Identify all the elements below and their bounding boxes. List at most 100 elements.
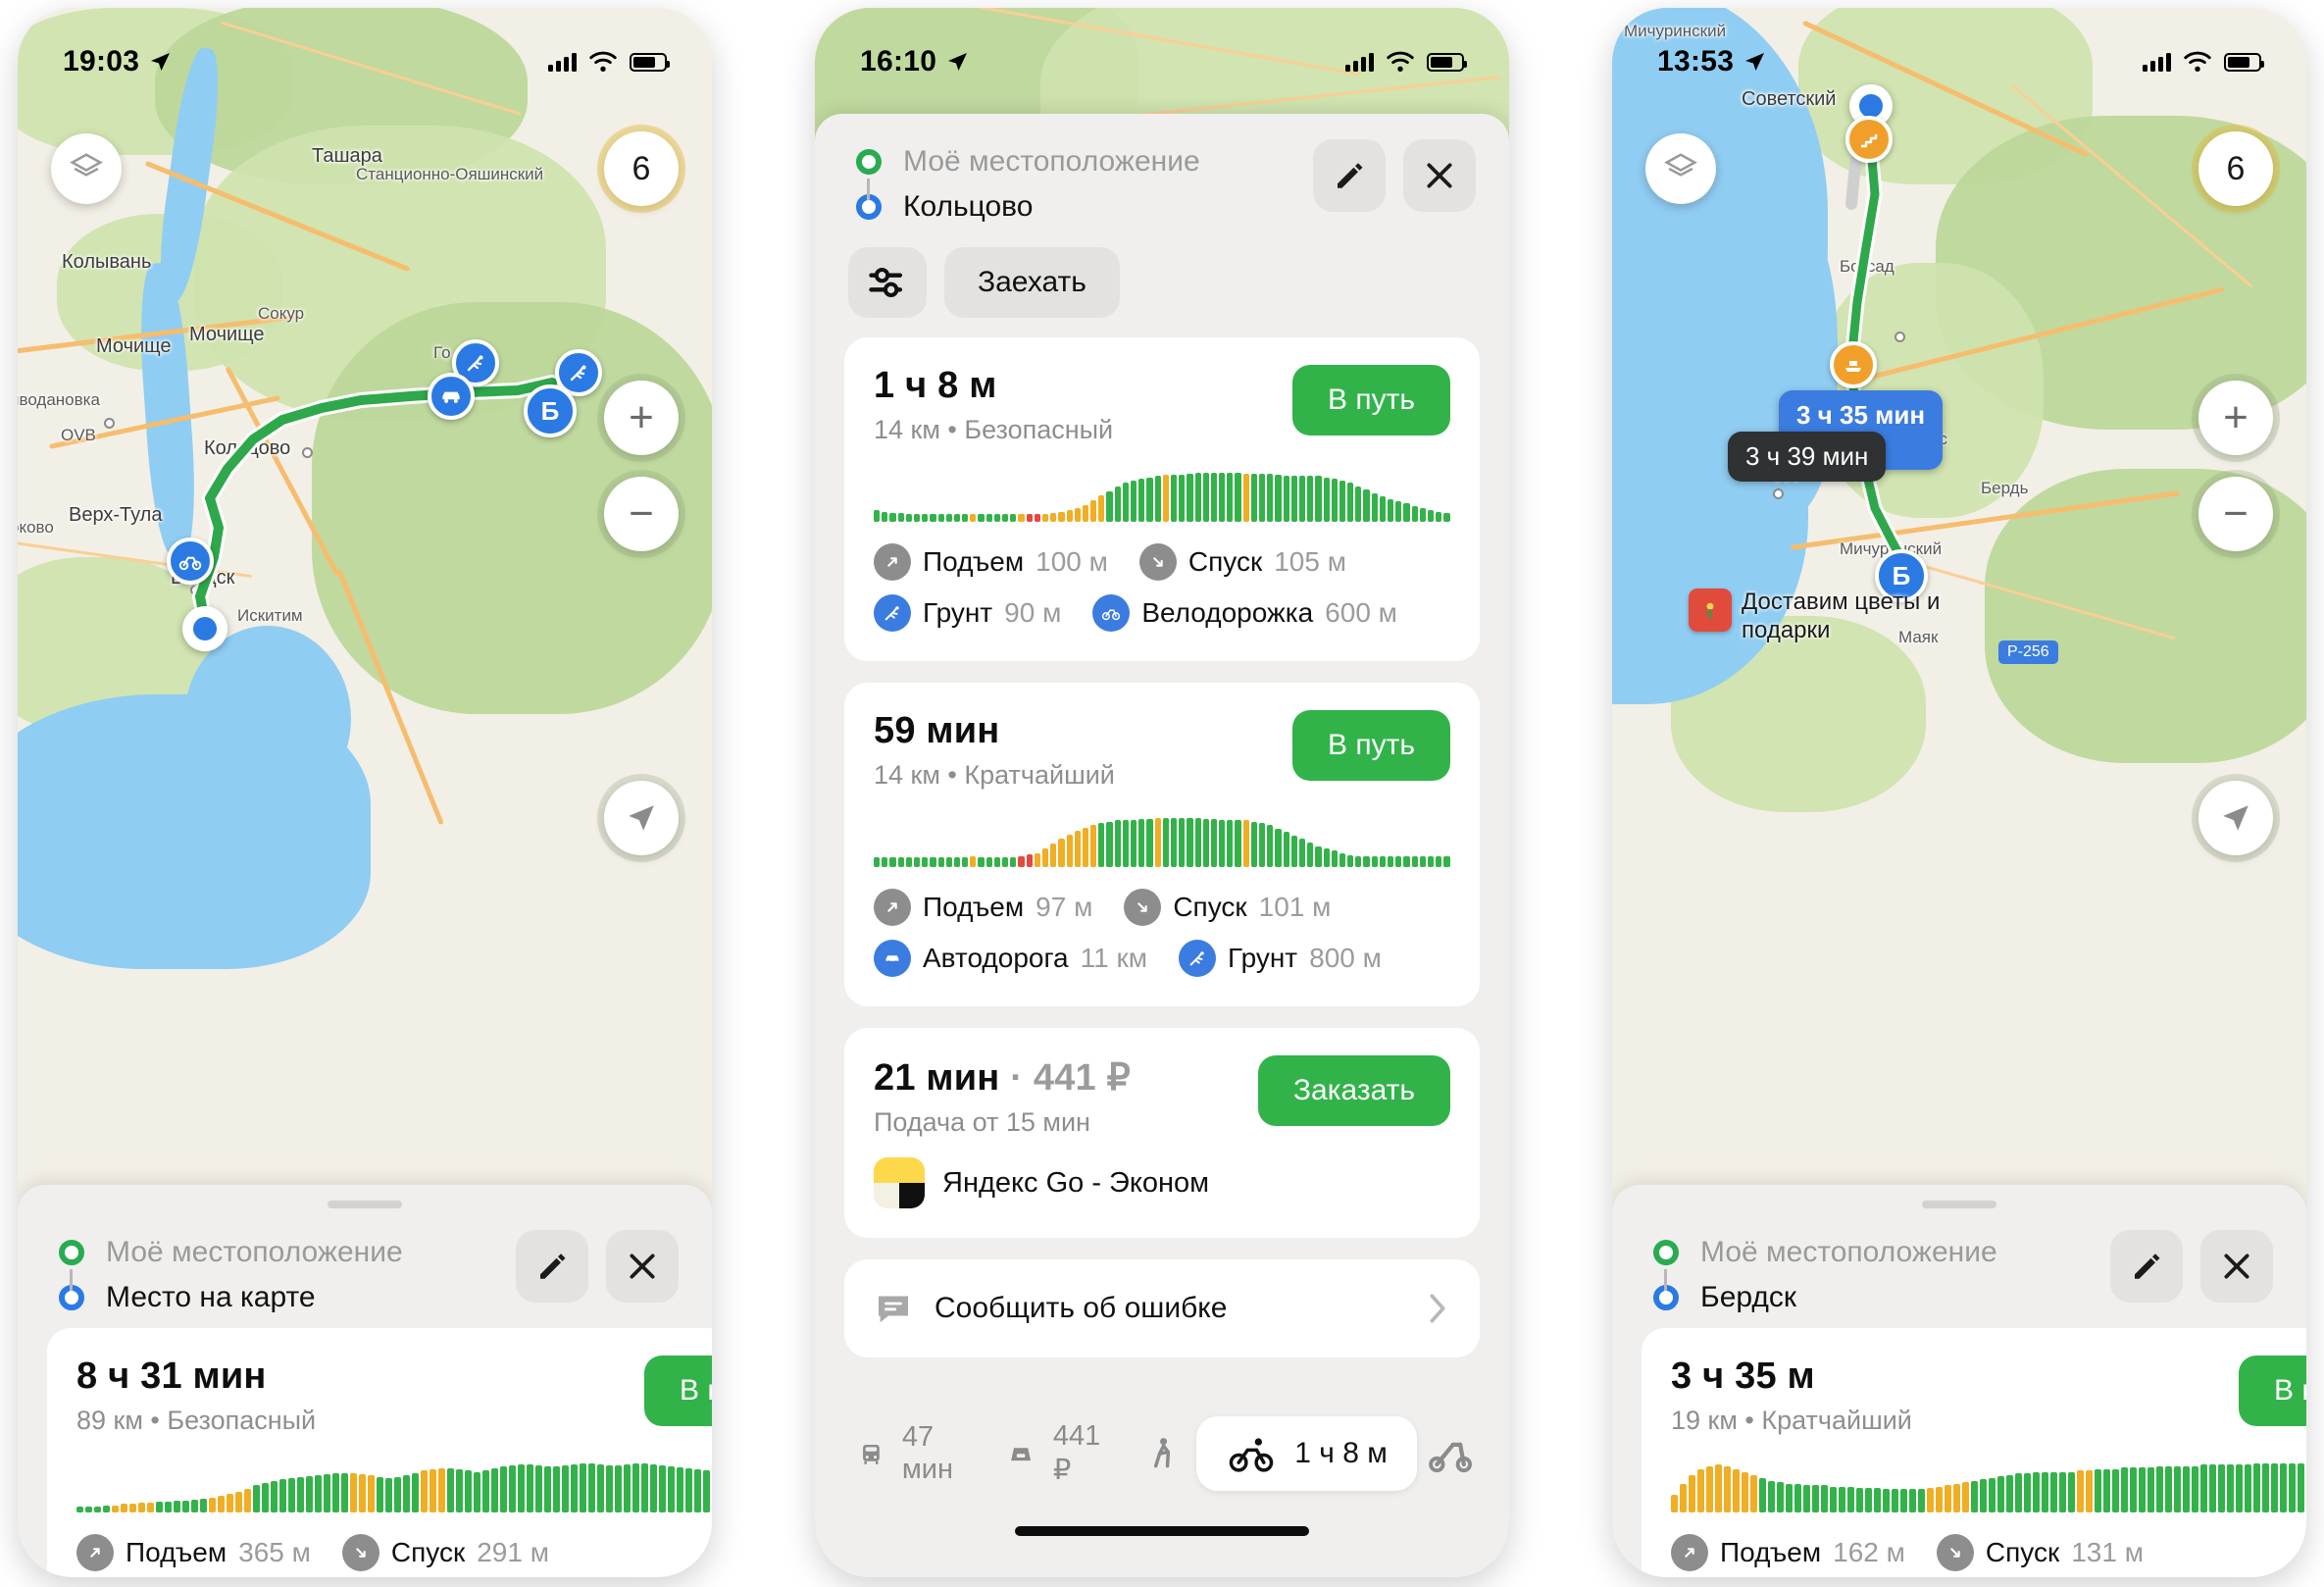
sheet-grabber-3[interactable]	[1922, 1201, 1996, 1208]
highway-icon	[874, 940, 911, 977]
ascent-icon	[874, 543, 911, 581]
phone-screenshot-2: 16:10 Моё местоположение Кольцово Заехат…	[815, 8, 1509, 1577]
mode-bicycle-selected[interactable]: 1 ч 8 м	[1196, 1416, 1417, 1491]
route-origin-3[interactable]: Моё местоположение	[1653, 1230, 1997, 1275]
mode-bus[interactable]: 47 мин	[838, 1416, 986, 1491]
edit-route-button-1[interactable]	[516, 1230, 588, 1303]
route-summary: 89 км • Безопасный	[76, 1406, 317, 1435]
route-card[interactable]: 8 ч 31 мин 89 км • Безопасный В путь Под…	[47, 1328, 712, 1577]
route-destination-1[interactable]: Место на карте	[59, 1275, 403, 1320]
route-origin-2[interactable]: Моё местоположение	[856, 139, 1200, 184]
close-route-button-3[interactable]	[2200, 1230, 2273, 1303]
route-card[interactable]: 1 ч 8 м 14 км • Безопасный В путь Подъем…	[844, 337, 1480, 661]
zoom-out-button-3[interactable]: −	[2198, 477, 2273, 551]
close-route-button-2[interactable]	[1403, 139, 1476, 212]
poi-label-text: Доставим цветы и подарки	[1742, 589, 1941, 643]
route-card[interactable]: 3 ч 35 м 19 км • Кратчайший В путь Подъе…	[1642, 1328, 2306, 1577]
route-summary: 14 км • Безопасный	[874, 415, 1114, 444]
map-pin-ferry[interactable]	[1830, 341, 1877, 388]
phone-screenshot-3: Б 3 ч 35 мин 19 км 3 ч 39 мин Доставим ц…	[1612, 8, 2306, 1577]
bottom-sheet-3[interactable]: Моё местоположение Бердск 3 ч 35 м 19 км…	[1612, 1185, 2306, 1577]
map-pin-destination-b[interactable]: Б	[524, 384, 577, 437]
taxi-eta: Подача от 15 мин	[874, 1107, 1090, 1137]
start-route-button[interactable]: В путь	[1292, 710, 1450, 781]
route-destination-2[interactable]: Кольцово	[856, 184, 1200, 230]
cellular-signal-icon	[2143, 52, 2171, 72]
start-route-button[interactable]: В путь	[644, 1356, 712, 1426]
route-stat: Автодорога 11 км	[874, 940, 1147, 977]
origin-marker-icon	[856, 149, 882, 175]
map-layers-button[interactable]	[51, 133, 122, 204]
zoom-in-button-3[interactable]: +	[2198, 381, 2273, 455]
route-origin-1[interactable]: Моё местоположение	[59, 1230, 403, 1275]
recenter-location-button[interactable]	[604, 781, 679, 855]
recenter-location-button-3[interactable]	[2198, 781, 2273, 855]
zoom-out-button[interactable]: −	[604, 477, 679, 551]
mode-scooter[interactable]	[1417, 1416, 1486, 1491]
mode-bus-label: 47 мин	[901, 1421, 953, 1485]
battery-icon	[1427, 52, 1467, 72]
map-layers-button-3[interactable]	[1645, 133, 1716, 204]
route-stat: Подъем 365 м	[76, 1534, 311, 1571]
route-stat: Подъем 162 м	[1671, 1534, 1905, 1571]
poi-flower-shop[interactable]: Доставим цветы и подарки	[1689, 589, 2026, 645]
start-route-button[interactable]: В путь	[1292, 365, 1450, 435]
close-icon	[2224, 1254, 2249, 1279]
bottom-sheet-1[interactable]: Моё местоположение Место на карте 8 ч 31…	[18, 1185, 712, 1577]
route-stat: Спуск 291 м	[341, 1534, 549, 1571]
pencil-icon	[1338, 163, 1363, 188]
transport-mode-bar-2[interactable]: 47 мин 441 ₽ 1 ч 8 м	[815, 1391, 1509, 1501]
map-pin-car[interactable]	[428, 373, 475, 420]
route-duration: 59 мин	[874, 710, 1000, 751]
descent-icon	[1124, 889, 1162, 926]
close-icon	[1427, 163, 1452, 188]
route-summary: 19 км • Кратчайший	[1671, 1406, 1912, 1435]
elevation-profile-chart	[874, 471, 1450, 522]
route-duration: 8 ч 31 мин	[76, 1356, 267, 1397]
sliders-icon	[869, 267, 903, 298]
wifi-icon	[589, 51, 617, 73]
message-icon	[879, 1296, 908, 1323]
map-zoom-level-badge-3[interactable]: 6	[2198, 131, 2273, 206]
balloon-duration: 3 ч 35 мин	[1796, 400, 1926, 430]
map-zoom-level-badge[interactable]: 6	[604, 131, 679, 206]
route-stat: Спуск 131 м	[1936, 1534, 2144, 1571]
route-stat: Велодорожка 600 м	[1092, 594, 1397, 632]
bottom-sheet-2[interactable]: Моё местоположение Кольцово Заехать 1 ч …	[815, 114, 1509, 1577]
origin-marker-icon	[1653, 1240, 1679, 1265]
status-bar-1: 19:03	[18, 8, 712, 92]
edit-route-button-3[interactable]	[2110, 1230, 2183, 1303]
route-filters-button-2[interactable]	[848, 247, 927, 318]
stopover-button-2[interactable]: Заехать	[944, 247, 1120, 318]
map-pin-bike[interactable]	[167, 538, 214, 585]
report-error-label: Сообщить об ошибке	[935, 1292, 1228, 1324]
my-location-dot-1	[182, 606, 227, 651]
navigation-arrow-icon	[151, 53, 171, 71]
status-bar-2: 16:10	[815, 8, 1509, 92]
route-stat: Спуск 105 м	[1138, 543, 1346, 581]
edit-route-button-2[interactable]	[1313, 139, 1386, 212]
route-destination-3[interactable]: Бердск	[1653, 1275, 1997, 1320]
sheet-grabber-1[interactable]	[328, 1201, 402, 1208]
cellular-signal-icon	[548, 52, 577, 72]
mode-pedestrian[interactable]	[1128, 1416, 1196, 1491]
dirt-icon	[874, 594, 911, 632]
map-pin-stairs[interactable]	[1845, 116, 1893, 163]
route-endpoints-3: Моё местоположение Бердск	[1645, 1230, 1997, 1320]
zoom-in-button[interactable]: +	[604, 381, 679, 455]
report-error-row[interactable]: Сообщить об ошибке	[844, 1259, 1480, 1357]
route-card[interactable]: 59 мин 14 км • Кратчайший В путь Подъем …	[844, 683, 1480, 1006]
descent-icon	[341, 1534, 379, 1571]
battery-icon	[2224, 52, 2264, 72]
start-route-button[interactable]: В путь	[2239, 1356, 2306, 1426]
three-phone-screenshot-stage: Б Ташара Станционно-Ояшинский Колывань С…	[0, 0, 2324, 1587]
origin-label: Моё местоположение	[1700, 1236, 1997, 1268]
route-time-balloon-alt[interactable]: 3 ч 39 мин	[1728, 432, 1887, 482]
route-duration: 3 ч 35 м	[1671, 1356, 1815, 1397]
close-route-button-1[interactable]	[606, 1230, 679, 1303]
taxi-offer-card[interactable]: 21 мин · 441 ₽ Подача от 15 мин Заказать…	[844, 1028, 1480, 1238]
order-taxi-button[interactable]: Заказать	[1257, 1055, 1450, 1126]
mode-taxi[interactable]: 441 ₽	[986, 1416, 1128, 1491]
status-time-3: 13:53	[1657, 45, 1766, 78]
elevation-profile-chart	[1671, 1461, 2306, 1512]
